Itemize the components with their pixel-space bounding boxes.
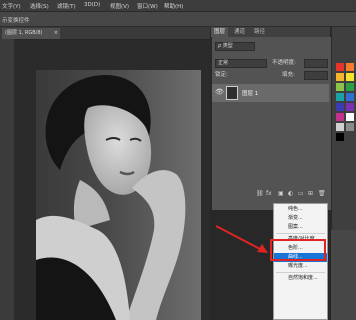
color-swatch[interactable] [346,113,354,121]
menu-filter[interactable]: 滤镜(T) [57,2,76,10]
group-icon[interactable]: ▭ [298,190,304,197]
opacity-label: 不透明度: [272,60,296,66]
properties-panel [331,230,356,320]
color-swatch[interactable] [346,73,354,81]
color-swatch[interactable] [336,103,344,111]
menu-item-vibrance[interactable]: 自然饱和度... [274,274,327,283]
show-transform-controls-label[interactable]: 示变换控件 [2,16,30,24]
color-swatch[interactable] [336,63,344,71]
color-swatch[interactable] [336,133,344,141]
menu-separator [276,272,325,273]
photo-canvas[interactable] [36,70,201,320]
fill-input[interactable] [304,71,328,80]
layers-panel: ρ 类型 正常 不透明度: 锁定: 填充: [211,37,331,210]
annotation-highlight-box [270,239,326,261]
new-layer-icon[interactable]: ⊞ [308,190,313,197]
menu-item-exposure[interactable]: 曝光度... [274,262,327,271]
tab-paths[interactable]: 路径 [251,27,268,37]
color-swatch[interactable] [346,103,354,111]
color-swatch[interactable] [336,93,344,101]
document-tab-label: (图层 1, RGB/8) [5,30,43,36]
color-swatch[interactable] [336,113,344,121]
close-icon[interactable]: × [54,28,58,39]
adjustment-layer-icon[interactable]: ◐ [288,190,293,197]
color-swatch[interactable] [346,63,354,71]
document-tab[interactable]: (图层 1, RGB/8) × [2,28,60,39]
eye-icon[interactable]: 👁 [215,88,224,96]
link-icon[interactable]: ⛓ [256,190,264,197]
mask-icon[interactable]: ▣ [278,190,284,197]
menu-select[interactable]: 选择(S) [30,2,49,10]
trash-icon[interactable]: 🗑 [318,190,326,197]
color-swatch[interactable] [346,123,354,131]
photo-image [36,70,201,320]
lock-label: 锁定: [215,72,228,78]
menu-separator [276,233,325,234]
layers-panel-footer: ⛓ fx ▣ ◐ ▭ ⊞ 🗑 [212,190,329,200]
menu-3d[interactable]: 3D(D) [84,2,100,8]
color-swatch[interactable] [336,83,344,91]
options-bar: 示变换控件 [0,12,356,27]
menu-item-gradient[interactable]: 渐变... [274,214,327,223]
color-swatch[interactable] [336,73,344,81]
panel-tab-bar: 图层 通道 路径 [211,27,330,37]
menu-window[interactable]: 窗口(W) [137,2,158,10]
fill-label: 填充: [282,72,295,78]
fx-icon[interactable]: fx [266,190,272,197]
adjustment-menu: 纯色... 渐变... 图案... 亮度/对比度... 色阶... 曲线... … [273,203,328,320]
blend-mode-select[interactable]: 正常 [215,59,267,68]
menu-bar: 文字(Y) 选择(S) 滤镜(T) 3D(D) 视图(V) 窗口(W) 帮助(H… [0,0,356,12]
color-swatch[interactable] [346,83,354,91]
layer-name[interactable]: 图层 1 [242,89,258,97]
tab-channels[interactable]: 通道 [231,27,248,37]
layer-thumbnail [226,86,238,100]
opacity-input[interactable] [304,59,328,68]
tools-panel [0,27,15,320]
menu-text[interactable]: 文字(Y) [2,2,21,10]
color-swatch[interactable] [336,123,344,131]
menu-help[interactable]: 帮助(H) [164,2,183,10]
tab-layers[interactable]: 图层 [211,27,229,37]
menu-item-solid-color[interactable]: 纯色... [274,205,327,214]
kind-filter-select[interactable]: ρ 类型 [215,42,255,51]
menu-view[interactable]: 视图(V) [110,2,129,10]
menu-item-pattern[interactable]: 图案... [274,223,327,232]
color-swatch[interactable] [346,93,354,101]
